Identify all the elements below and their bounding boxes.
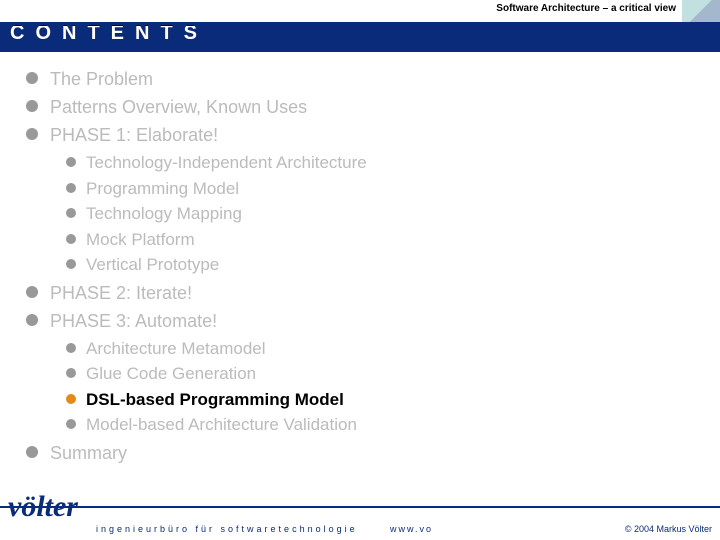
list-item-label: Glue Code Generation <box>86 361 256 387</box>
bullet-dot <box>26 128 38 140</box>
list-item: Patterns Overview, Known Uses <box>26 94 700 120</box>
bullet-dot <box>66 394 76 404</box>
presentation-subtitle: Software Architecture – a critical view <box>496 3 676 14</box>
bullet-list: The ProblemPatterns Overview, Known Uses… <box>26 66 700 466</box>
list-item: PHASE 3: Automate! <box>26 308 700 334</box>
list-item-label: PHASE 3: Automate! <box>50 308 217 334</box>
list-item-label: Model-based Architecture Validation <box>86 412 357 438</box>
footer-copyright: © 2004 Markus Völter <box>625 524 712 534</box>
bullet-dot <box>66 419 76 429</box>
list-item-label: PHASE 1: Elaborate! <box>50 122 218 148</box>
list-item-label: Technology-Independent Architecture <box>86 150 367 176</box>
bullet-dot <box>26 286 38 298</box>
bullet-dot <box>66 234 76 244</box>
list-item-label: Mock Platform <box>86 227 195 253</box>
list-item: PHASE 1: Elaborate! <box>26 122 700 148</box>
sub-list: Architecture MetamodelGlue Code Generati… <box>66 336 700 438</box>
bullet-dot <box>66 208 76 218</box>
bullet-dot <box>26 314 38 326</box>
list-item-label: Technology Mapping <box>86 201 242 227</box>
list-item-label: Architecture Metamodel <box>86 336 266 362</box>
list-item-label: Programming Model <box>86 176 239 202</box>
list-item-label: Summary <box>50 440 127 466</box>
list-item: PHASE 2: Iterate! <box>26 280 700 306</box>
list-item: Glue Code Generation <box>66 361 700 387</box>
slide: Software Architecture – a critical view … <box>0 0 720 540</box>
bullet-dot <box>26 72 38 84</box>
list-item: DSL-based Programming Model <box>66 387 700 413</box>
list-item-label: Vertical Prototype <box>86 252 219 278</box>
sub-list: Technology-Independent ArchitectureProgr… <box>66 150 700 278</box>
list-item: Programming Model <box>66 176 700 202</box>
sub-list-wrapper: Architecture MetamodelGlue Code Generati… <box>26 336 700 438</box>
content-body: The ProblemPatterns Overview, Known Uses… <box>26 66 700 468</box>
list-item-label: The Problem <box>50 66 153 92</box>
footer-url: www.vo <box>390 524 433 534</box>
logo-text: völter <box>8 490 78 524</box>
bullet-dot <box>66 183 76 193</box>
bullet-dot <box>66 343 76 353</box>
footer-tagline: ingenieurbüro für softwaretechnologie <box>96 524 358 534</box>
bullet-dot <box>66 259 76 269</box>
bullet-dot <box>66 368 76 378</box>
list-item-label: Patterns Overview, Known Uses <box>50 94 307 120</box>
bullet-dot <box>26 100 38 112</box>
sub-list-wrapper: Technology-Independent ArchitectureProgr… <box>26 150 700 278</box>
list-item: Summary <box>26 440 700 466</box>
list-item-label: PHASE 2: Iterate! <box>50 280 192 306</box>
bullet-dot <box>26 446 38 458</box>
list-item: Vertical Prototype <box>66 252 700 278</box>
list-item: Technology-Independent Architecture <box>66 150 700 176</box>
bullet-dot <box>66 157 76 167</box>
list-item-label: DSL-based Programming Model <box>86 387 344 413</box>
list-item: Technology Mapping <box>66 201 700 227</box>
footer-divider <box>0 506 720 508</box>
list-item: Mock Platform <box>66 227 700 253</box>
footer: völter ingenieurbüro für softwaretechnol… <box>0 506 720 540</box>
list-item: The Problem <box>26 66 700 92</box>
list-item: Architecture Metamodel <box>66 336 700 362</box>
corner-decoration <box>682 0 720 22</box>
list-item: Model-based Architecture Validation <box>66 412 700 438</box>
top-bar: Software Architecture – a critical view <box>0 0 720 22</box>
